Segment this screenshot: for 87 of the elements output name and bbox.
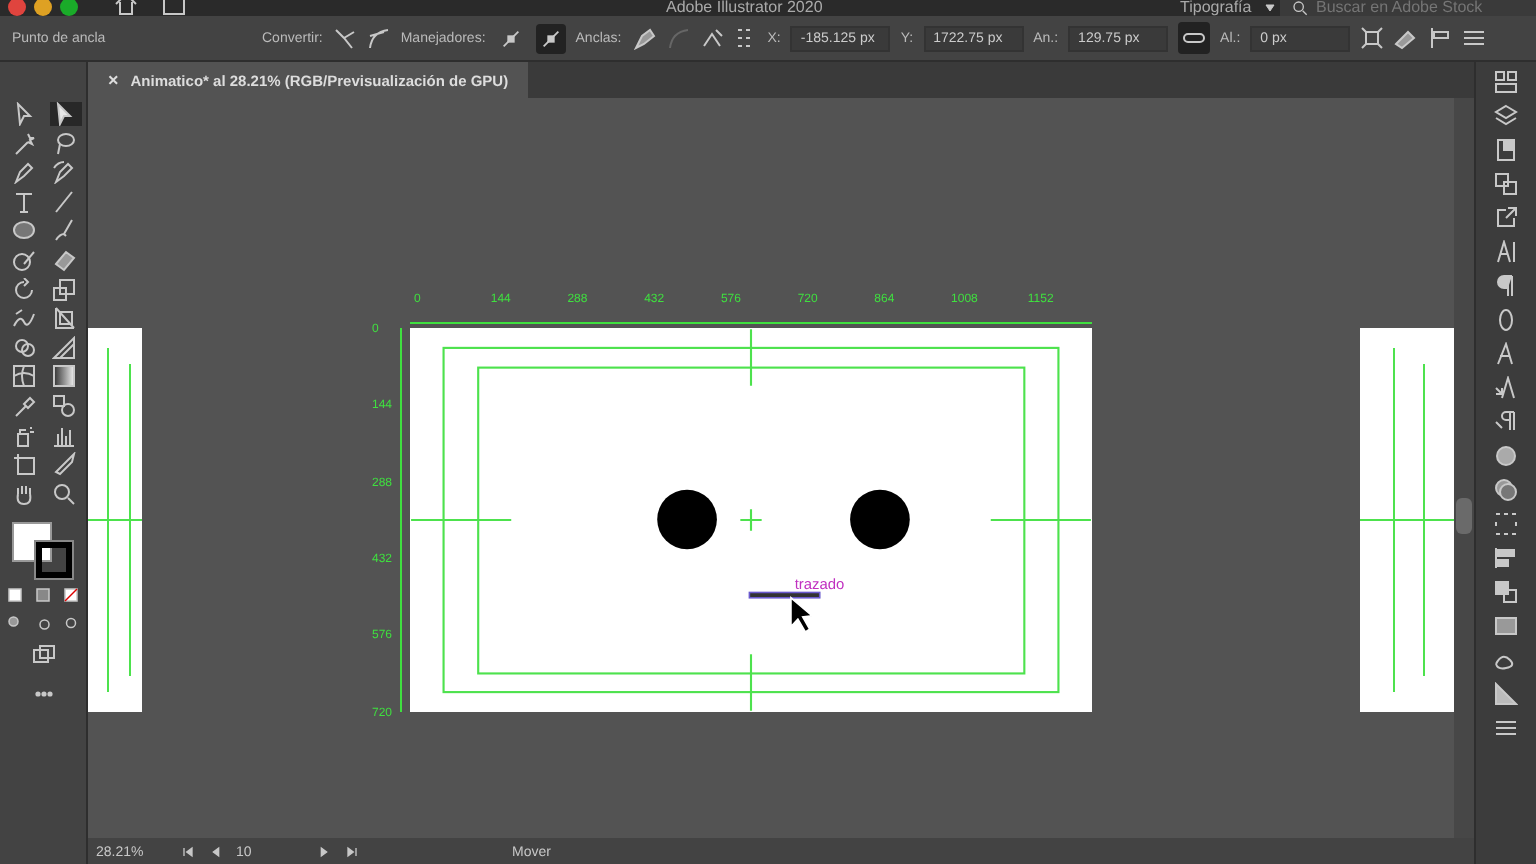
zoom-window-button[interactable] [60,0,78,16]
perspective-icon[interactable] [51,335,75,360]
sphere-icon[interactable] [1494,444,1518,468]
align-icon[interactable] [1428,26,1453,50]
ellipse-icon[interactable] [11,218,35,243]
eraser-icon[interactable] [51,247,75,272]
transparency-icon[interactable] [1494,478,1518,502]
character-icon[interactable] [1494,240,1518,264]
previous-artboard-icon[interactable] [208,844,224,860]
knife-icon[interactable] [51,452,75,477]
guide-line [749,329,753,386]
list-icon[interactable] [1462,26,1487,50]
screen-mode-icon[interactable] [31,641,55,666]
handle-points-icon [499,27,522,49]
lasso-icon[interactable] [51,131,75,156]
eye-shape [657,489,717,550]
center-mark-icon [739,508,763,532]
minimize-window-button[interactable] [34,0,52,16]
cursor-icon [790,596,815,633]
next-artboard-icon[interactable] [316,844,332,860]
layers-icon[interactable] [1494,104,1518,128]
libraries-icon[interactable] [1494,70,1518,94]
corner-point-icon[interactable] [332,26,357,50]
draw-inside-icon[interactable] [62,613,80,632]
gradient-swatch-icon[interactable] [34,585,52,604]
stroke-swatch[interactable] [35,541,71,578]
paragraph-icon[interactable] [1494,274,1518,298]
rotate-icon[interactable] [11,277,35,302]
draw-behind-icon[interactable] [34,613,52,632]
bar-graph-icon[interactable] [51,423,75,448]
path-label: trazado [794,575,845,594]
align-grid-icon[interactable] [1494,512,1518,536]
close-window-button[interactable] [8,0,26,16]
pathfinder-icon[interactable] [1494,580,1518,604]
gradient-icon[interactable] [51,364,75,389]
mesh-icon[interactable] [11,364,35,389]
guide-line [749,654,753,711]
app-title: Adobe Illustrator 2020 [666,0,823,16]
character-style-icon[interactable] [1494,342,1518,366]
last-artboard-icon[interactable] [344,844,360,860]
guide-line [990,518,1091,522]
recolor-icon[interactable] [1394,26,1419,50]
hollow-arrow-icon[interactable] [11,102,35,126]
brush-icon[interactable] [51,218,75,243]
wand-icon[interactable] [11,131,35,156]
search-icon [1292,0,1308,16]
align-left-icon[interactable] [1494,546,1518,570]
constrain-proportions-button[interactable] [1178,22,1211,54]
spray-icon[interactable] [11,423,35,448]
zoom-icon[interactable] [51,481,75,506]
glyph-icon[interactable] [1494,308,1518,332]
color-icon[interactable] [6,585,24,604]
remove-anchor-icon[interactable] [631,26,656,50]
selected-path[interactable] [748,591,821,599]
selected-handle-icon[interactable] [535,23,566,53]
none-swatch-icon[interactable] [62,585,80,604]
artboard-icon[interactable] [11,452,35,477]
swatches-icon[interactable] [1494,614,1518,638]
eye-shape [850,489,910,550]
smooth-point-icon[interactable] [366,26,391,50]
warp-icon[interactable] [11,306,35,331]
draw-normal-icon[interactable] [6,613,24,632]
isolate-icon[interactable] [1360,26,1385,50]
pen-icon[interactable] [11,160,35,185]
guide-line [411,518,512,522]
menu-icon[interactable] [1494,716,1518,740]
gradient-panel-icon[interactable] [1494,682,1518,706]
shaper-icon[interactable] [11,247,35,272]
handle-points-icon [539,27,562,49]
first-artboard-icon[interactable] [180,844,196,860]
shape-builder-icon[interactable] [11,335,35,360]
overlap-squares-icon[interactable] [1494,172,1518,196]
cut-path-icon[interactable] [699,26,724,50]
hand-icon[interactable] [11,481,35,506]
stock-search-field[interactable]: Buscar en Adobe Stock [1280,0,1536,16]
free-transform-icon[interactable] [51,306,75,331]
arrow-icon[interactable] [51,102,75,126]
document-icon[interactable] [1494,138,1518,162]
curvature-pen-icon[interactable] [51,160,75,185]
workspace-switcher[interactable]: Tipografía [1180,0,1252,16]
type-icon[interactable] [11,189,35,214]
scrollbar-thumb[interactable] [1456,498,1472,534]
export-icon[interactable] [1494,206,1518,230]
scale-icon[interactable] [51,277,75,302]
line-icon[interactable] [51,189,75,214]
eyedropper-icon[interactable] [11,393,35,418]
blend-icon[interactable] [51,393,75,418]
